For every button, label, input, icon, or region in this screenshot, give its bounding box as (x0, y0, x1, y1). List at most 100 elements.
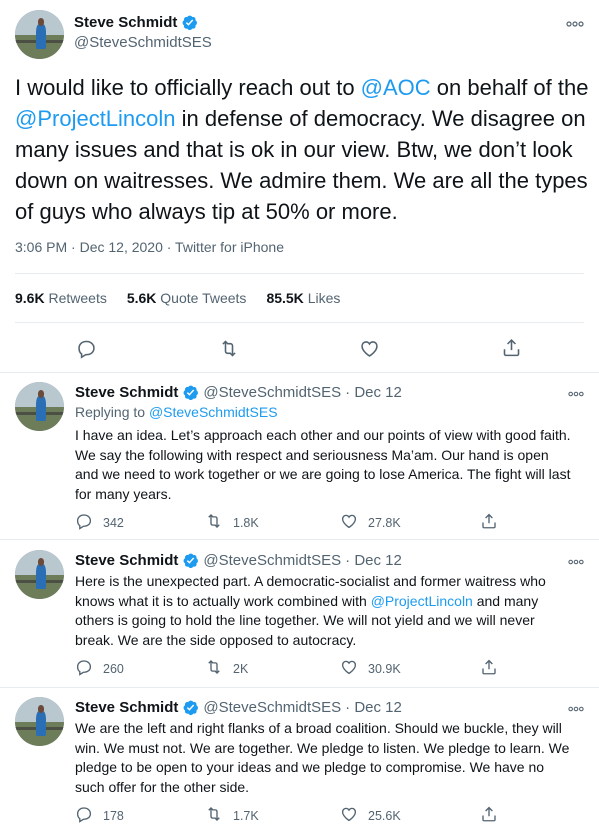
retweets-count: 9.6K (15, 290, 45, 306)
tweet-date[interactable]: · Dec 12 (345, 699, 402, 716)
retweet-count: 1.8K (233, 515, 259, 530)
verified-icon (182, 699, 199, 716)
mention-link[interactable]: @ProjectLincoln (371, 593, 473, 609)
author-handle[interactable]: @SteveSchmidtSES (203, 699, 341, 716)
retweet-count: 1.7K (233, 808, 259, 823)
quotes-count: 5.6K (126, 290, 157, 306)
tweet-text-part: on behalf of the (430, 75, 589, 100)
share-action[interactable] (480, 512, 498, 533)
replying-to: Replying to @SteveSchmidtSES (75, 404, 278, 420)
like-icon[interactable] (340, 805, 358, 826)
retweets-stat[interactable]: 9.6K Retweets (15, 290, 107, 306)
tweet-thread: Steve Schmidt @SteveSchmidtSES I would l… (0, 0, 599, 839)
divider (15, 322, 584, 323)
tweet-date[interactable]: · Dec 12 (345, 384, 402, 401)
mention-link[interactable]: @AOC (361, 75, 431, 100)
retweet-action[interactable]: 2K (205, 658, 248, 679)
retweet-icon[interactable] (205, 805, 223, 826)
retweet-action[interactable]: 1.7K (205, 805, 259, 826)
reply-text: I have an idea. Let’s approach each othe… (75, 427, 571, 502)
reply-header: Steve Schmidt @SteveSchmidtSES · Dec 12 (75, 552, 402, 569)
like-count: 25.6K (368, 808, 401, 823)
divider (0, 539, 599, 540)
share-icon[interactable] (480, 658, 498, 679)
more-icon[interactable] (568, 384, 584, 400)
reply-tweet[interactable]: Steve Schmidt @SteveSchmidtSES · Dec 12 … (0, 697, 599, 832)
like-icon[interactable] (340, 658, 358, 679)
likes-label: Likes (307, 290, 341, 306)
likes-stat[interactable]: 85.5K Likes (266, 290, 340, 306)
like-action[interactable]: 27.8K (340, 512, 401, 533)
author-name[interactable]: Steve Schmidt (75, 384, 178, 401)
reply-action[interactable]: 260 (75, 658, 124, 679)
replying-prefix: Replying to (75, 404, 149, 420)
reply-icon[interactable] (75, 805, 93, 826)
tweet-text-part: I would like to officially reach out to (15, 75, 361, 100)
reply-header: Steve Schmidt @SteveSchmidtSES · Dec 12 (75, 384, 402, 401)
reply-actions: 342 1.8K 27.8K (75, 512, 584, 532)
reply-icon[interactable] (76, 338, 97, 359)
author-handle[interactable]: @SteveSchmidtSES (203, 384, 341, 401)
like-count: 30.9K (368, 661, 401, 676)
reply-actions: 178 1.7K 25.6K (75, 805, 584, 825)
share-icon[interactable] (501, 337, 522, 358)
divider (0, 687, 599, 688)
reply-text: We are the left and right flanks of a br… (75, 720, 570, 795)
divider (15, 273, 584, 274)
author-name[interactable]: Steve Schmidt (75, 552, 178, 569)
share-action[interactable] (480, 658, 498, 679)
divider (0, 372, 599, 373)
avatar[interactable] (15, 697, 64, 746)
author-handle[interactable]: @SteveSchmidtSES (203, 552, 341, 569)
reply-actions: 260 2K 30.9K (75, 658, 584, 678)
reply-action[interactable]: 342 (75, 512, 124, 533)
more-icon[interactable] (566, 14, 584, 32)
author-name[interactable]: Steve Schmidt (74, 14, 198, 31)
share-icon[interactable] (480, 805, 498, 826)
more-icon[interactable] (568, 552, 584, 568)
retweet-icon[interactable] (205, 658, 223, 679)
replying-handle-link[interactable]: @SteveSchmidtSES (149, 404, 278, 420)
tweet-stats: 9.6K Retweets 5.6K Quote Tweets 85.5K Li… (15, 290, 340, 306)
main-tweet-actions (0, 333, 599, 363)
retweet-count: 2K (233, 661, 249, 676)
like-action[interactable]: 25.6K (340, 805, 401, 826)
author-handle[interactable]: @SteveSchmidtSES (74, 34, 212, 51)
reply-icon[interactable] (75, 512, 93, 533)
mention-link[interactable]: @ProjectLincoln (15, 106, 176, 131)
like-icon[interactable] (340, 512, 358, 533)
reply-action[interactable]: 178 (75, 805, 124, 826)
share-action[interactable] (480, 805, 498, 826)
reply-tweet[interactable]: Steve Schmidt @SteveSchmidtSES · Dec 12 … (0, 550, 599, 685)
avatar[interactable] (15, 10, 64, 59)
author-name-text[interactable]: Steve Schmidt (74, 14, 177, 31)
reply-header: Steve Schmidt @SteveSchmidtSES · Dec 12 (75, 699, 402, 716)
like-action[interactable]: 30.9K (340, 658, 401, 679)
reply-text: Here is the unexpected part. A democrati… (75, 572, 575, 650)
like-icon[interactable] (359, 338, 380, 359)
more-icon[interactable] (568, 699, 584, 715)
share-icon[interactable] (480, 512, 498, 533)
verified-icon (181, 14, 198, 31)
tweet-date[interactable]: · Dec 12 (345, 552, 402, 569)
quotes-stat[interactable]: 5.6K Quote Tweets (127, 290, 247, 306)
main-tweet-header: Steve Schmidt @SteveSchmidtSES (15, 10, 584, 62)
retweet-action[interactable]: 1.8K (205, 512, 259, 533)
retweet-icon[interactable] (218, 338, 240, 359)
retweets-label: Retweets (48, 290, 107, 306)
reply-icon[interactable] (75, 658, 93, 679)
reply-tweet[interactable]: Steve Schmidt @SteveSchmidtSES · Dec 12 … (0, 382, 599, 537)
main-tweet-text: I would like to officially reach out to … (15, 72, 589, 227)
avatar[interactable] (15, 550, 64, 599)
likes-count: 85.5K (266, 290, 304, 306)
like-count: 27.8K (368, 515, 401, 530)
tweet-timestamp[interactable]: 3:06 PM · Dec 12, 2020 · Twitter for iPh… (15, 239, 284, 255)
reply-count: 178 (103, 808, 124, 823)
reply-count: 342 (103, 515, 124, 530)
reply-count: 260 (103, 661, 124, 676)
quotes-label: Quote Tweets (160, 290, 247, 306)
author-name[interactable]: Steve Schmidt (75, 699, 178, 716)
retweet-icon[interactable] (205, 512, 223, 533)
avatar[interactable] (15, 382, 64, 431)
verified-icon (182, 384, 199, 401)
